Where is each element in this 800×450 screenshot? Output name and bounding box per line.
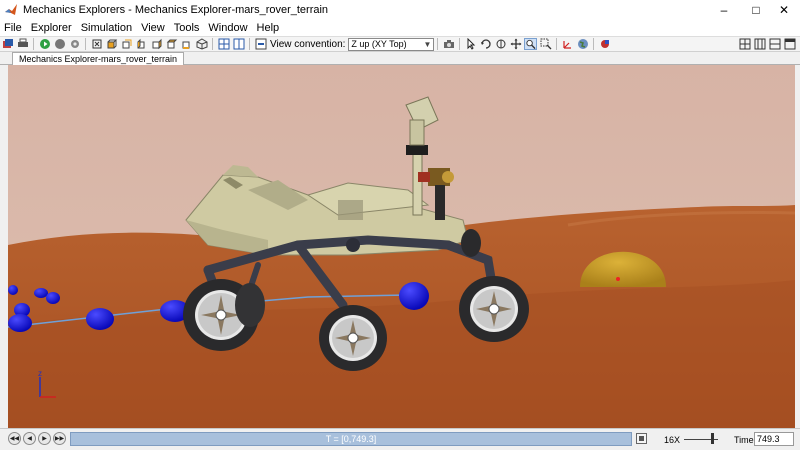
view-bottom-icon[interactable] <box>180 38 193 50</box>
minimize-icon[interactable]: – <box>708 0 740 20</box>
print-icon[interactable] <box>16 38 29 50</box>
layout-rows-icon[interactable] <box>768 38 781 50</box>
toolbar-separator <box>593 38 595 50</box>
menu-window[interactable]: Window <box>208 22 247 34</box>
settings-icon[interactable] <box>68 38 81 50</box>
playback-bar: ◀◀ ◀ ▶ ▶▶ T = [0,749.3] 16X Time 749.3 <box>0 428 800 450</box>
menu-explorer[interactable]: Explorer <box>31 22 72 34</box>
menu-file[interactable]: File <box>4 22 22 34</box>
single-view-icon[interactable] <box>217 38 230 50</box>
layout-columns-icon[interactable] <box>753 38 766 50</box>
open-model-icon[interactable] <box>1 38 14 50</box>
rover-wheel-front <box>459 276 529 342</box>
split-view-icon[interactable] <box>232 38 245 50</box>
view-right-icon[interactable] <box>150 38 163 50</box>
title-bar: Mechanics Explorers - Mechanics Explorer… <box>0 0 800 20</box>
toolbar-separator <box>33 38 34 50</box>
svg-text:z: z <box>38 369 42 378</box>
speed-label: 16X <box>664 435 681 445</box>
step-back-button[interactable]: ◀ <box>23 432 36 445</box>
scene-svg[interactable]: z <box>8 65 795 428</box>
toolbar-separator <box>249 38 250 50</box>
timeline-end-button[interactable] <box>636 433 647 444</box>
toolbar-separator <box>437 38 439 50</box>
frames-icon[interactable] <box>561 38 574 50</box>
play-button[interactable]: ▶ <box>38 432 51 445</box>
view-top-icon[interactable] <box>165 38 178 50</box>
3d-viewport[interactable]: z <box>8 65 795 428</box>
isometric-view-icon[interactable] <box>195 38 208 50</box>
toolbar-separator <box>459 38 461 50</box>
step-forward-button[interactable]: ▶▶ <box>53 432 66 445</box>
fit-view-icon[interactable] <box>90 38 103 50</box>
menu-simulation[interactable]: Simulation <box>81 22 132 34</box>
rotate-icon[interactable] <box>479 38 492 50</box>
rover-wheel-middle <box>319 305 387 371</box>
run-icon[interactable] <box>38 38 51 50</box>
view-convention-label: View convention: <box>270 38 346 50</box>
timeline-range: T = [0,749.3] <box>325 434 377 444</box>
time-label: Time <box>734 435 754 445</box>
pan-icon[interactable] <box>509 38 522 50</box>
view-convention-select[interactable]: Z up (XY Top) ▼ <box>348 37 435 51</box>
document-tab-strip: Mechanics Explorer-mars_rover_terrain <box>0 52 800 65</box>
menu-bar: File Explorer Simulation View Tools Wind… <box>0 20 800 36</box>
rewind-start-button[interactable]: ◀◀ <box>8 432 21 445</box>
matlab-logo-icon <box>5 4 17 15</box>
menu-tools[interactable]: Tools <box>174 22 200 34</box>
toolbar: View convention: Z up (XY Top) ▼ <box>0 36 800 52</box>
zoom-icon[interactable] <box>524 38 538 50</box>
timeline-bar[interactable]: T = [0,749.3] <box>70 432 632 446</box>
convention-icon[interactable] <box>254 38 267 50</box>
close-icon[interactable]: ✕ <box>768 0 800 20</box>
window-title: Mechanics Explorers - Mechanics Explorer… <box>23 4 329 16</box>
speed-slider-thumb[interactable] <box>711 433 714 444</box>
time-field[interactable]: 749.3 <box>754 432 794 446</box>
zoom-box-icon[interactable] <box>539 38 552 50</box>
toolbar-separator <box>556 38 558 50</box>
layout-single-icon[interactable] <box>783 38 796 50</box>
roll-icon[interactable] <box>494 38 507 50</box>
layout-grid-icon[interactable] <box>738 38 751 50</box>
toolbar-separator <box>212 38 213 50</box>
toolbar-separator <box>85 38 86 50</box>
tab-mars-rover-terrain[interactable]: Mechanics Explorer-mars_rover_terrain <box>12 52 185 65</box>
color-settings-icon[interactable] <box>598 38 611 50</box>
view-front-icon[interactable] <box>105 38 118 50</box>
menu-view[interactable]: View <box>141 22 165 34</box>
camera-icon[interactable] <box>442 38 455 50</box>
menu-help[interactable]: Help <box>257 22 280 34</box>
view-left-icon[interactable] <box>135 38 148 50</box>
view-convention-value: Z up (XY Top) <box>351 39 407 49</box>
chevron-down-icon: ▼ <box>423 39 432 49</box>
stop-icon[interactable] <box>53 38 66 50</box>
view-back-icon[interactable] <box>120 38 133 50</box>
globe-icon[interactable] <box>576 38 589 50</box>
select-pointer-icon[interactable] <box>464 38 477 50</box>
